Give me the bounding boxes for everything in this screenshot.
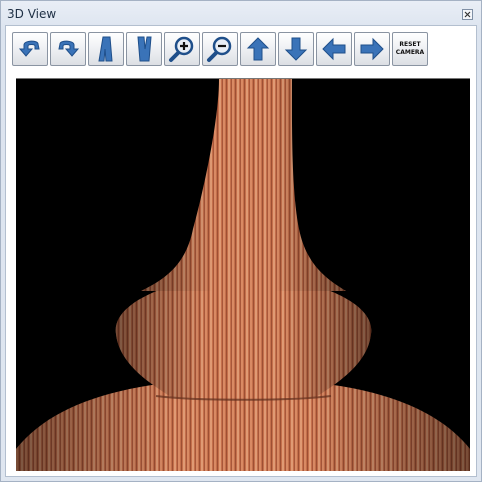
rotate-left-button[interactable] bbox=[12, 32, 48, 66]
rotate-right-button[interactable] bbox=[50, 32, 86, 66]
zoom-in-button[interactable] bbox=[164, 32, 200, 66]
arrow-down-icon bbox=[284, 37, 308, 61]
zoom-out-button[interactable] bbox=[202, 32, 238, 66]
tilt-right-icon bbox=[137, 36, 152, 62]
move-left-button[interactable] bbox=[316, 32, 352, 66]
close-icon[interactable] bbox=[462, 9, 473, 20]
tilt-left-icon bbox=[98, 36, 113, 62]
move-up-button[interactable] bbox=[240, 32, 276, 66]
move-right-button[interactable] bbox=[354, 32, 390, 66]
camera-toolbar: RESET CAMERA bbox=[12, 32, 428, 68]
zoom-out-icon bbox=[207, 36, 232, 62]
arrow-right-icon bbox=[360, 37, 384, 61]
reset-camera-label-line1: RESET bbox=[399, 41, 421, 48]
tilt-right-button[interactable] bbox=[126, 32, 162, 66]
arrow-up-icon bbox=[246, 37, 270, 61]
tilt-left-button[interactable] bbox=[88, 32, 124, 66]
3d-view-window: 3D View RESET CAMERA bbox=[0, 0, 482, 482]
vase-render bbox=[16, 79, 470, 471]
3d-viewport[interactable] bbox=[16, 78, 470, 471]
move-down-button[interactable] bbox=[278, 32, 314, 66]
window-title: 3D View bbox=[7, 7, 57, 21]
rotate-right-icon bbox=[58, 40, 80, 57]
zoom-in-icon bbox=[169, 36, 194, 62]
reset-camera-label-line2: CAMERA bbox=[395, 49, 425, 56]
arrow-left-icon bbox=[322, 37, 346, 61]
rotate-left-icon bbox=[18, 40, 40, 57]
reset-camera-button[interactable]: RESET CAMERA bbox=[392, 32, 428, 66]
view-panel: RESET CAMERA bbox=[5, 25, 477, 477]
title-bar: 3D View bbox=[1, 1, 481, 25]
